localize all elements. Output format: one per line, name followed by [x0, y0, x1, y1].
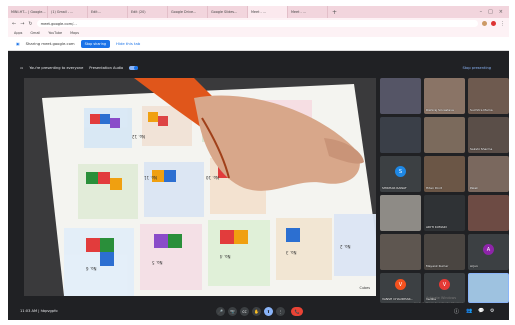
card-corner-label: Cubes: [359, 286, 370, 290]
browser-window: MINI-HT... | Google... (1) Gmail - ... E…: [8, 6, 509, 320]
avatar: S: [395, 166, 406, 177]
browser-tab[interactable]: (1) Gmail - ...: [48, 6, 88, 18]
participant-name: VANSH CHAUDHAR...: [382, 297, 414, 301]
meeting-controls: 11:03 AM | hbpvgpfo 🎤 📷 cc ✋ ⬆ ⋮ 📞 ⓘ 👥 💬…: [8, 303, 509, 320]
browser-tab[interactable]: Google Drive...: [168, 6, 208, 18]
browser-tab-active[interactable]: Meet - ...: [248, 6, 288, 18]
mic-button[interactable]: 🎤: [216, 307, 225, 316]
participant-tile[interactable]: [380, 117, 421, 153]
back-icon[interactable]: ←: [12, 21, 16, 27]
participant-name: SHIKHAR RAWAT: [382, 186, 407, 190]
participant-tile[interactable]: [380, 234, 421, 270]
browser-tab[interactable]: Meet - ...: [288, 6, 328, 18]
participant-tile[interactable]: [468, 195, 509, 231]
bookmark-item[interactable]: Apps: [14, 31, 22, 35]
participant-name: Palak: [470, 186, 478, 190]
participant-tile[interactable]: S SHIKHAR RAWAT: [380, 156, 421, 192]
browser-tab[interactable]: Google Slides...: [208, 6, 248, 18]
chat-icon[interactable]: 💬: [478, 308, 484, 314]
hide-tab-link[interactable]: Hide this tab: [116, 41, 140, 46]
participant-tile[interactable]: Suchitra Mama: [468, 78, 509, 114]
participant-tile[interactable]: Mayank Kumar: [424, 234, 465, 270]
bookmark-item[interactable]: YouTube: [48, 31, 62, 35]
close-icon[interactable]: ×: [499, 9, 503, 15]
browser-tab[interactable]: Edit...: [88, 6, 128, 18]
meeting-code: hbpvgpfo: [40, 309, 58, 313]
participant-name: Mayank Kumar: [426, 264, 449, 268]
participant-tile[interactable]: Sakshi Sharma: [468, 117, 509, 153]
captions-button[interactable]: cc: [240, 307, 249, 316]
camera-button[interactable]: 📷: [228, 307, 237, 316]
tab-bar: MINI-HT... | Google... (1) Gmail - ... E…: [8, 6, 509, 18]
meeting-time: 11:03 AM: [20, 309, 38, 313]
participant-tile[interactable]: [380, 78, 421, 114]
presentation-audio-toggle[interactable]: [129, 65, 139, 70]
participant-tile[interactable]: Palak: [468, 156, 509, 192]
card-label: No. 10: [206, 175, 220, 180]
bookmark-item[interactable]: Maps: [70, 31, 79, 35]
presenting-notice: You're presenting to everyone: [29, 65, 84, 70]
minimize-icon[interactable]: –: [480, 9, 483, 15]
menu-icon[interactable]: ⋮: [500, 21, 505, 27]
maximize-icon[interactable]: □: [488, 9, 493, 15]
shared-screen-image: [24, 78, 376, 296]
meeting-info: 11:03 AM | hbpvgpfo: [20, 309, 58, 313]
new-tab-button[interactable]: +: [332, 9, 337, 16]
raise-hand-button[interactable]: ✋: [252, 307, 261, 316]
participant-tile[interactable]: A Arjun: [468, 234, 509, 270]
bookmark-item[interactable]: Gmail: [30, 31, 40, 35]
info-icon[interactable]: ⓘ: [454, 308, 459, 315]
presentation-bar: ▭ You're presenting to everyone Presenta…: [8, 63, 509, 72]
participant-name: Rishiraj Srivastava: [426, 108, 454, 112]
participant-name: Hiten Dixit: [426, 186, 442, 190]
url-input[interactable]: meet.google.com/...: [36, 20, 478, 27]
browser-tab[interactable]: Edit (20): [128, 6, 168, 18]
reload-icon[interactable]: ↻: [28, 21, 32, 27]
address-bar: ← → ↻ meet.google.com/... ⋮: [8, 18, 509, 29]
card-label: No. 6: [86, 266, 97, 271]
card-label: No. 3: [286, 250, 297, 255]
participant-name: Arjun: [470, 264, 478, 268]
shared-screen: No. 12 No. 11 No. 10 No. 6 No. 5 No. 4 N…: [24, 78, 376, 296]
participant-tile[interactable]: Hiten Dixit: [424, 156, 465, 192]
card-label: No. 4: [220, 254, 231, 259]
profile-icon[interactable]: [491, 21, 496, 26]
card-label: No. 2: [340, 244, 351, 249]
avatar: V: [439, 279, 450, 290]
participant-tile[interactable]: Rishiraj Srivastava: [424, 78, 465, 114]
avatar: V: [395, 279, 406, 290]
participant-tile[interactable]: [380, 195, 421, 231]
sharing-icon: ▣: [16, 41, 20, 46]
card-label: No. 5: [152, 260, 163, 265]
bookmarks-bar: Apps Gmail YouTube Maps: [8, 29, 509, 37]
card-label: No. 12: [132, 134, 146, 139]
present-button[interactable]: ⬆: [264, 307, 273, 316]
avatar: A: [483, 244, 494, 255]
forward-icon[interactable]: →: [20, 21, 24, 27]
extension-icon[interactable]: [482, 21, 487, 26]
hangup-button[interactable]: 📞: [291, 307, 303, 316]
stop-presenting-button[interactable]: Stop presenting: [462, 66, 491, 70]
activities-icon[interactable]: ⚙: [490, 308, 494, 314]
sharing-bar: ▣ Sharing meet.google.com Stop sharing H…: [8, 37, 509, 51]
people-icon[interactable]: 👥: [466, 308, 472, 314]
participant-tile[interactable]: [424, 117, 465, 153]
participant-tile[interactable]: ADITI KUMARI: [424, 195, 465, 231]
participant-name: Suchitra Mama: [470, 108, 493, 112]
participant-tile[interactable]: [468, 273, 509, 303]
participant-grid: Rishiraj Srivastava Suchitra Mama Sakshi…: [380, 78, 509, 303]
more-options-button[interactable]: ⋮: [276, 307, 285, 316]
stop-sharing-button[interactable]: Stop sharing: [80, 39, 111, 48]
card-label: No. 11: [144, 175, 158, 180]
browser-tab[interactable]: MINI-HT... | Google...: [8, 6, 48, 18]
sharing-text: Sharing meet.google.com: [25, 41, 75, 46]
participant-name: ADITI KUMARI: [426, 225, 447, 229]
presentation-audio-label: Presentation Audio: [89, 65, 124, 70]
present-icon: ▭: [20, 65, 24, 70]
watermark-line: Activate Windows: [426, 296, 457, 300]
participant-name: Sakshi Sharma: [470, 147, 493, 151]
participant-tile[interactable]: V VANSH CHAUDHAR...: [380, 273, 421, 303]
